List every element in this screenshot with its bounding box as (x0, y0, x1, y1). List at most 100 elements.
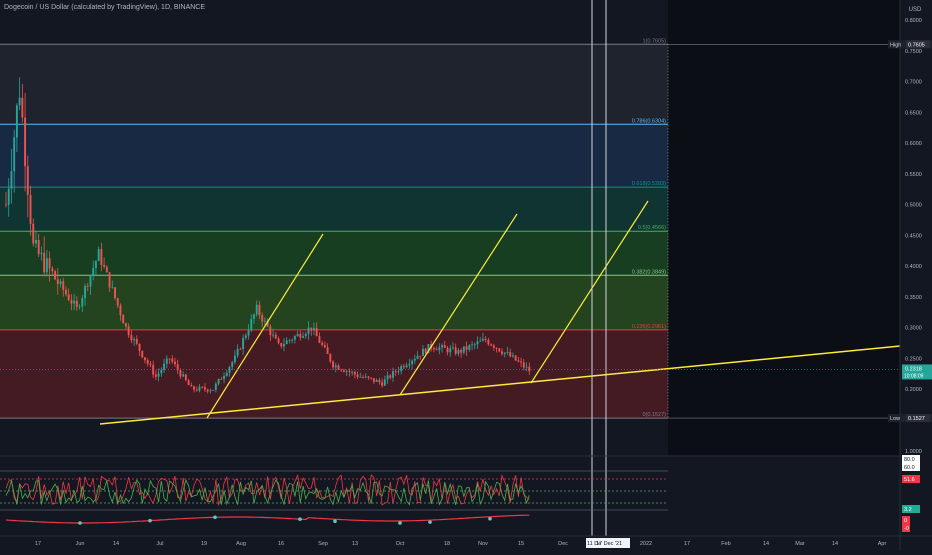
candle-body[interactable] (190, 384, 193, 387)
candle-body[interactable] (364, 376, 367, 378)
candle-body[interactable] (452, 347, 454, 349)
candle-body[interactable] (446, 347, 449, 353)
candle-body[interactable] (100, 249, 103, 265)
candle-body[interactable] (223, 375, 225, 380)
candle-body[interactable] (212, 389, 215, 391)
chart-canvas[interactable]: 1(0.7605) 0.786(0.6304) 0.618(0.5283) 0.5(0… (0, 0, 932, 550)
candle-body[interactable] (75, 300, 78, 307)
candle-body[interactable] (419, 355, 422, 357)
candle-body[interactable] (5, 204, 7, 206)
candle-body[interactable] (362, 376, 364, 378)
candle-body[interactable] (323, 344, 326, 348)
candle-body[interactable] (435, 349, 438, 351)
candle-body[interactable] (165, 358, 168, 364)
candle-body[interactable] (7, 188, 10, 205)
candle-body[interactable] (29, 194, 32, 224)
candle-body[interactable] (351, 371, 354, 373)
candle-body[interactable] (443, 345, 446, 348)
candle-body[interactable] (484, 338, 487, 341)
candle-body[interactable] (525, 366, 528, 368)
candle-body[interactable] (168, 358, 171, 360)
candle-body[interactable] (454, 347, 457, 354)
candle-body[interactable] (81, 297, 84, 307)
candle-body[interactable] (353, 371, 356, 375)
candle-body[interactable] (326, 347, 329, 354)
candle-body[interactable] (272, 334, 275, 336)
candle-body[interactable] (490, 344, 493, 346)
candle-body[interactable] (138, 343, 141, 351)
candle-body[interactable] (367, 376, 370, 378)
candle-body[interactable] (315, 328, 318, 337)
candle-body[interactable] (263, 320, 266, 322)
candle-body[interactable] (179, 370, 182, 377)
candle-body[interactable] (18, 97, 21, 106)
candle-body[interactable] (94, 260, 97, 269)
candle-body[interactable] (24, 117, 27, 167)
candle-body[interactable] (522, 362, 525, 368)
candle-body[interactable] (32, 223, 35, 244)
candle-body[interactable] (348, 371, 351, 373)
candle-body[interactable] (124, 323, 127, 327)
candle-body[interactable] (340, 369, 343, 371)
candle-body[interactable] (432, 347, 435, 350)
candle-body[interactable] (105, 266, 108, 273)
candle-body[interactable] (171, 358, 174, 362)
candle-body[interactable] (144, 357, 146, 361)
candle-body[interactable] (342, 370, 345, 372)
candle-body[interactable] (154, 374, 157, 377)
candle-body[interactable] (503, 352, 506, 354)
candle-body[interactable] (293, 336, 296, 340)
candle-body[interactable] (476, 341, 479, 345)
candle-body[interactable] (244, 335, 247, 339)
candle-body[interactable] (307, 327, 310, 334)
candle-body[interactable] (495, 347, 498, 349)
candle-body[interactable] (56, 279, 59, 284)
candle-body[interactable] (318, 336, 321, 343)
chart-root[interactable]: 1(0.7605) 0.786(0.6304) 0.618(0.5283) 0.5(0… (0, 0, 932, 550)
candle-body[interactable] (321, 342, 324, 345)
candle-body[interactable] (397, 371, 400, 372)
candle-body[interactable] (59, 281, 62, 284)
candle-body[interactable] (92, 268, 95, 276)
candle-body[interactable] (198, 386, 201, 391)
candle-body[interactable] (392, 371, 394, 378)
candle-body[interactable] (217, 378, 220, 384)
candle-body[interactable] (479, 340, 482, 342)
candle-body[interactable] (116, 298, 119, 306)
candle-body[interactable] (247, 330, 250, 336)
candle-body[interactable] (37, 240, 40, 255)
candle-body[interactable] (127, 326, 130, 336)
candle-body[interactable] (236, 348, 239, 356)
candle-body[interactable] (141, 350, 144, 358)
candle-body[interactable] (402, 366, 405, 368)
candle-body[interactable] (288, 340, 291, 341)
candle-body[interactable] (296, 333, 299, 337)
candle-body[interactable] (310, 327, 313, 331)
candle-body[interactable] (133, 339, 136, 341)
candle-body[interactable] (163, 363, 166, 370)
candle-body[interactable] (473, 344, 476, 346)
candle-body[interactable] (372, 378, 375, 382)
candle-body[interactable] (203, 387, 206, 390)
candle-body[interactable] (370, 377, 373, 379)
candle-body[interactable] (119, 305, 122, 316)
candle-body[interactable] (511, 355, 514, 357)
candle-body[interactable] (108, 272, 111, 288)
candle-body[interactable] (280, 343, 283, 347)
candle-body[interactable] (517, 360, 520, 362)
candle-body[interactable] (233, 355, 236, 363)
candle-body[interactable] (441, 345, 444, 348)
candle-body[interactable] (457, 349, 460, 354)
candle-body[interactable] (405, 365, 408, 368)
candle-body[interactable] (51, 268, 54, 272)
candle-body[interactable] (465, 346, 468, 350)
candle-body[interactable] (13, 137, 16, 172)
candle-body[interactable] (149, 363, 152, 366)
candle-body[interactable] (345, 371, 348, 372)
candle-body[interactable] (97, 249, 100, 261)
candle-body[interactable] (122, 315, 125, 324)
candle-body[interactable] (381, 382, 384, 386)
candle-body[interactable] (152, 365, 155, 375)
candle-body[interactable] (394, 371, 397, 372)
candle-body[interactable] (160, 369, 163, 374)
